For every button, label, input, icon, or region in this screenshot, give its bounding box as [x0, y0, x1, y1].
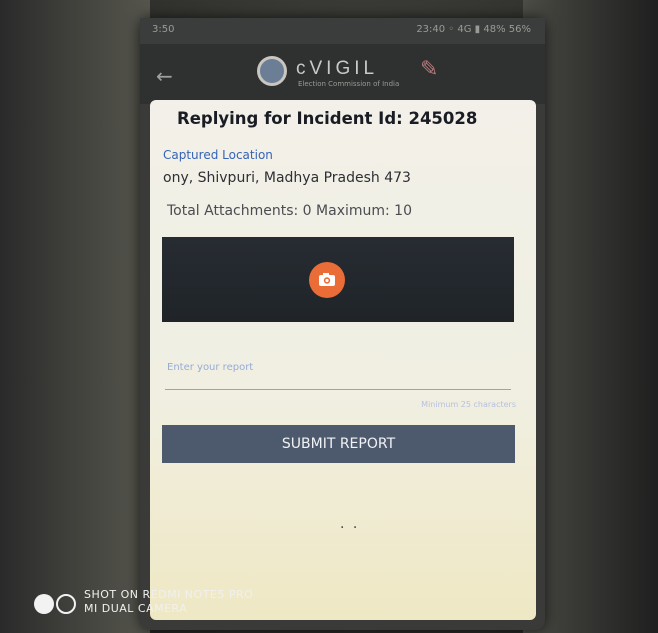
- camera-button[interactable]: [309, 262, 345, 298]
- phone-screen: 3:50 23:40 ◦ 4G ▮ 48% 56% ← cVIGIL Elect…: [140, 18, 545, 630]
- attachment-area[interactable]: [162, 237, 514, 322]
- background-left: [0, 0, 150, 633]
- page-indicator: · ·: [340, 520, 360, 536]
- status-time: 3:50: [152, 24, 175, 35]
- arrow-left-icon[interactable]: ←: [156, 64, 173, 88]
- camera-icon: [319, 273, 335, 286]
- report-input[interactable]: [165, 345, 511, 390]
- pencil-icon: ✎: [420, 57, 439, 82]
- attachments-count: Total Attachments: 0 Maximum: 10: [167, 203, 412, 219]
- app-logo-text: cVIGIL: [296, 58, 379, 79]
- app-logo-subtitle: Election Commission of India: [298, 80, 400, 88]
- submit-report-button[interactable]: SUBMIT REPORT: [162, 425, 515, 463]
- app-bar: ← cVIGIL Election Commission of India ✎: [140, 44, 545, 104]
- status-bar: 3:50 23:40 ◦ 4G ▮ 48% 56%: [140, 18, 545, 44]
- watermark-line-2: MI DUAL CAMERA: [84, 602, 188, 615]
- dual-camera-ring-icon: [56, 594, 76, 614]
- cvigil-logo-icon: [257, 56, 287, 86]
- min-characters-hint: Minimum 25 characters: [421, 400, 516, 409]
- status-indicators: 23:40 ◦ 4G ▮ 48% 56%: [416, 24, 531, 35]
- location-label: Captured Location: [163, 148, 273, 162]
- page-title: Replying for Incident Id: 245028: [177, 109, 478, 128]
- location-value: ony, Shivpuri, Madhya Pradesh 473: [163, 170, 411, 186]
- watermark-line-1: SHOT ON REDMI NOTE5 PRO: [84, 588, 254, 601]
- report-card: Replying for Incident Id: 245028 Capture…: [150, 100, 536, 620]
- dual-camera-fill-icon: [34, 594, 54, 614]
